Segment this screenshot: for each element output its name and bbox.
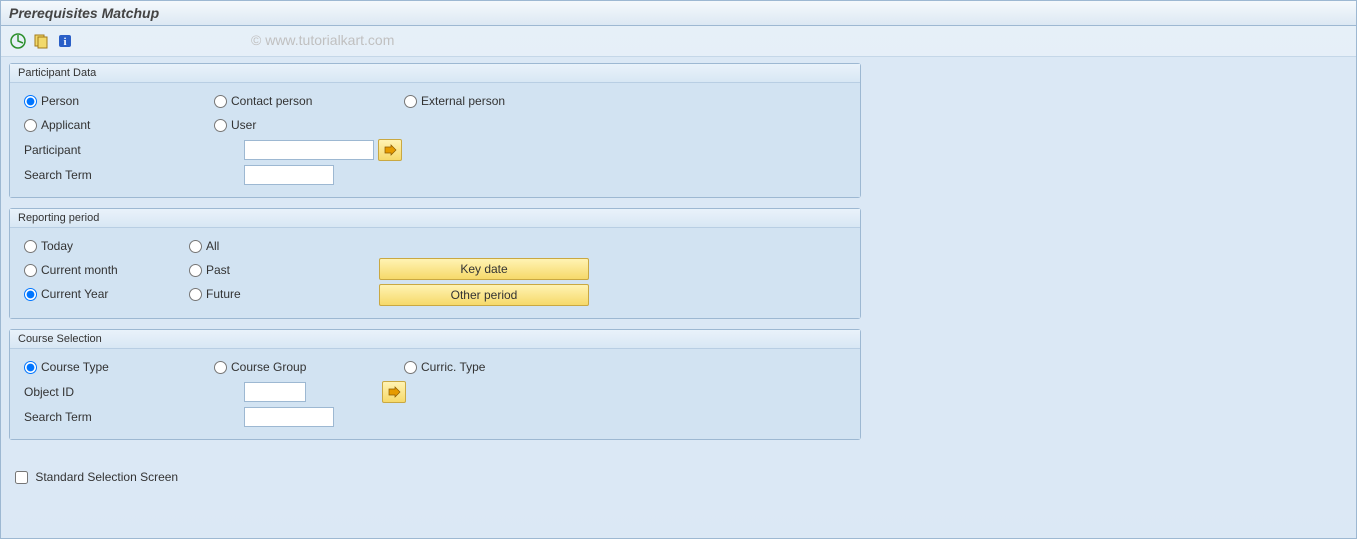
object-id-label: Object ID [24, 385, 244, 399]
radio-future[interactable]: Future [189, 287, 241, 301]
radio-current-year[interactable]: Current Year [24, 287, 108, 301]
radio-past[interactable]: Past [189, 263, 230, 277]
radio-course-group[interactable]: Course Group [214, 360, 306, 374]
radio-external-person[interactable]: External person [404, 94, 505, 108]
radio-all[interactable]: All [189, 239, 219, 253]
watermark: © www.tutorialkart.com [251, 32, 394, 48]
svg-text:i: i [63, 36, 66, 48]
radio-user[interactable]: User [214, 118, 256, 132]
course-selection-group: Course Selection Course Type Course Grou… [9, 329, 861, 440]
radio-person[interactable]: Person [24, 94, 79, 108]
radio-current-month[interactable]: Current month [24, 263, 118, 277]
course-search-term-input[interactable] [244, 407, 334, 427]
execute-icon[interactable] [9, 32, 27, 50]
content-area: Participant Data Person Contact person E… [1, 57, 1356, 510]
multiple-selection-button[interactable] [378, 139, 402, 161]
object-id-input[interactable] [244, 382, 306, 402]
standard-selection-checkbox[interactable]: Standard Selection Screen [15, 470, 178, 484]
reporting-period-group: Reporting period Today All [9, 208, 861, 319]
title-bar: Prerequisites Matchup [1, 1, 1356, 26]
key-date-button[interactable]: Key date [379, 258, 589, 280]
course-search-term-label: Search Term [24, 410, 244, 424]
radio-contact-person[interactable]: Contact person [214, 94, 312, 108]
search-term-input[interactable] [244, 165, 334, 185]
course-selection-title: Course Selection [10, 330, 860, 349]
participant-data-title: Participant Data [10, 64, 860, 83]
radio-applicant[interactable]: Applicant [24, 118, 90, 132]
info-icon[interactable]: i [56, 32, 74, 50]
multiple-selection-button-2[interactable] [382, 381, 406, 403]
radio-course-type[interactable]: Course Type [24, 360, 109, 374]
toolbar: i © www.tutorialkart.com [1, 26, 1356, 57]
other-period-button[interactable]: Other period [379, 284, 589, 306]
radio-curric-type[interactable]: Curric. Type [404, 360, 485, 374]
participant-label: Participant [24, 143, 244, 157]
participant-input[interactable] [244, 140, 374, 160]
search-term-label: Search Term [24, 168, 244, 182]
reporting-period-title: Reporting period [10, 209, 860, 228]
radio-today[interactable]: Today [24, 239, 73, 253]
participant-data-group: Participant Data Person Contact person E… [9, 63, 861, 198]
variant-icon[interactable] [32, 32, 50, 50]
app-window: Prerequisites Matchup i © www.tutorialka… [0, 0, 1357, 539]
